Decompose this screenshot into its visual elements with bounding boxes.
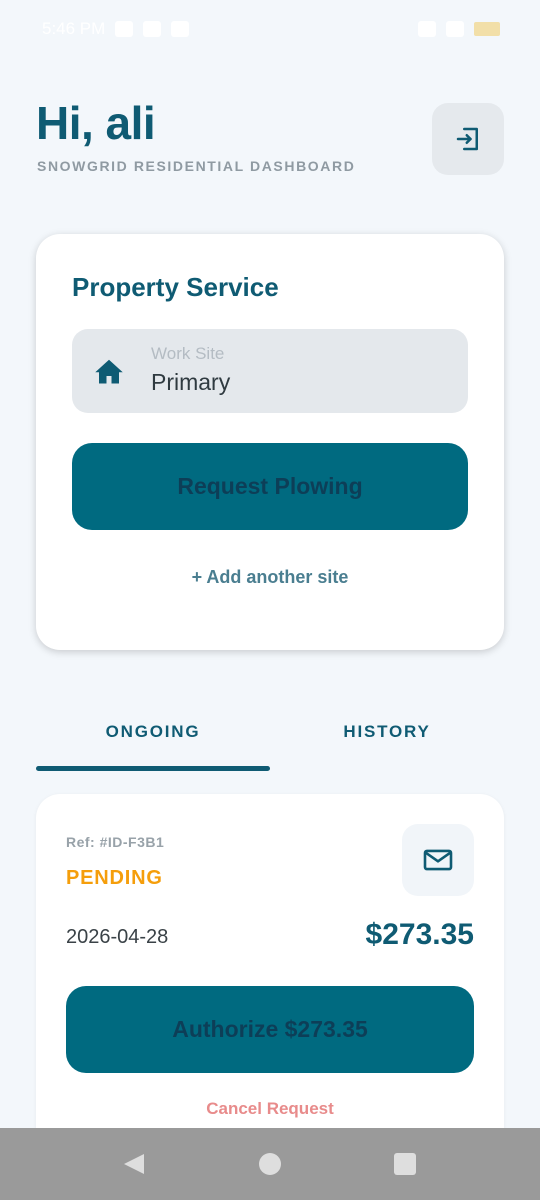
- recents-icon[interactable]: [394, 1153, 416, 1175]
- mail-icon: [423, 849, 453, 871]
- logout-icon: [456, 127, 478, 151]
- authorize-button[interactable]: Authorize $273.35: [66, 986, 474, 1073]
- tab-selected-indicator: [36, 766, 270, 771]
- message-button[interactable]: [402, 824, 474, 896]
- dashboard-subtitle: SNOWGRID RESIDENTIAL DASHBOARD: [37, 158, 356, 174]
- work-site-selector[interactable]: Work Site Primary: [72, 329, 468, 413]
- tab-history[interactable]: HISTORY: [270, 722, 504, 742]
- system-nav-bar: [0, 1128, 540, 1200]
- request-tabs: ONGOING HISTORY: [36, 722, 504, 772]
- signal-icon: [446, 21, 464, 37]
- request-plowing-button[interactable]: Request Plowing: [72, 443, 468, 530]
- work-site-label: Work Site: [151, 344, 225, 363]
- logout-button[interactable]: [432, 103, 504, 175]
- back-icon[interactable]: [122, 1152, 146, 1176]
- home-icon: [95, 359, 123, 384]
- request-date: 2026-04-28: [66, 926, 169, 948]
- add-another-site-link[interactable]: + Add another site: [36, 567, 504, 588]
- request-ref: Ref: #ID-F3B1: [66, 834, 165, 850]
- battery-icon: [474, 22, 500, 36]
- home-circle-icon[interactable]: [259, 1153, 281, 1175]
- cancel-request-link[interactable]: Cancel Request: [36, 1099, 504, 1119]
- status-bar: 5:46 PM: [0, 0, 540, 58]
- work-site-value: Primary: [151, 369, 231, 395]
- wifi-icon: [418, 21, 436, 37]
- property-service-title: Property Service: [72, 272, 279, 302]
- image-icon: [143, 21, 162, 37]
- status-time: 5:46 PM: [42, 19, 106, 38]
- request-price: $273.35: [365, 918, 474, 951]
- property-service-card: Property Service Work Site Primary Reque…: [36, 234, 504, 650]
- status-badge: PENDING: [66, 867, 163, 889]
- greeting-title: Hi, ali: [36, 97, 156, 149]
- message-icon: [171, 21, 190, 37]
- notification-icon: [115, 21, 134, 37]
- tab-ongoing[interactable]: ONGOING: [36, 722, 270, 742]
